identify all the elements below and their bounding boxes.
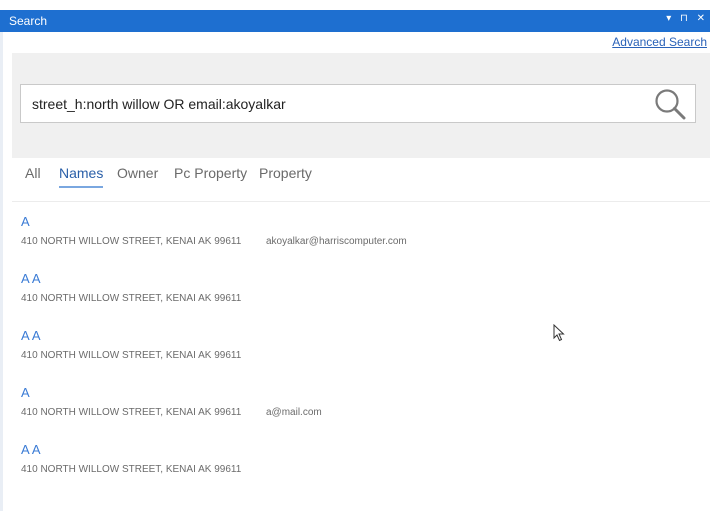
- result-name: A: [21, 214, 30, 229]
- tab-property[interactable]: Property: [259, 165, 312, 181]
- result-item[interactable]: A 410 NORTH WILLOW STREET, KENAI AK 9961…: [21, 384, 322, 420]
- result-item[interactable]: A A 410 NORTH WILLOW STREET, KENAI AK 99…: [21, 270, 241, 306]
- search-box: [20, 84, 696, 123]
- result-address-line: 410 NORTH WILLOW STREET, KENAI AK 99611: [21, 463, 241, 477]
- result-address: 410 NORTH WILLOW STREET, KENAI AK 99611: [21, 236, 242, 247]
- result-address: 410 NORTH WILLOW STREET, KENAI AK 99611: [21, 464, 242, 475]
- result-item[interactable]: A A 410 NORTH WILLOW STREET, KENAI AK 99…: [21, 441, 241, 477]
- search-icon[interactable]: [653, 88, 687, 120]
- result-address-line: 410 NORTH WILLOW STREET, KENAI AK 99611 …: [21, 235, 407, 249]
- window-controls[interactable]: ▾ ⊓ ✕: [666, 13, 708, 24]
- tab-names[interactable]: Names: [59, 165, 104, 188]
- result-item[interactable]: A A 410 NORTH WILLOW STREET, KENAI AK 99…: [21, 327, 241, 363]
- result-address-line: 410 NORTH WILLOW STREET, KENAI AK 99611: [21, 292, 241, 306]
- tabs-divider: [12, 201, 710, 202]
- window-titlebar: Search ▾ ⊓ ✕: [0, 10, 710, 32]
- mouse-cursor-icon: [553, 323, 565, 347]
- result-name: A: [21, 385, 30, 400]
- result-address-line: 410 NORTH WILLOW STREET, KENAI AK 99611 …: [21, 406, 322, 420]
- result-address: 410 NORTH WILLOW STREET, KENAI AK 99611: [21, 407, 242, 418]
- advanced-search-link[interactable]: Advanced Search: [612, 35, 707, 49]
- tab-owner[interactable]: Owner: [117, 165, 158, 181]
- result-name: A A: [21, 328, 41, 343]
- result-email: akoyalkar@harriscomputer.com: [266, 236, 407, 247]
- result-item[interactable]: A 410 NORTH WILLOW STREET, KENAI AK 9961…: [21, 213, 407, 249]
- tab-all[interactable]: All: [25, 165, 41, 181]
- tab-pc-property[interactable]: Pc Property: [174, 165, 247, 181]
- result-address: 410 NORTH WILLOW STREET, KENAI AK 99611: [21, 350, 242, 361]
- left-edge-border: [0, 32, 3, 511]
- window-title: Search: [9, 14, 48, 28]
- result-name: A A: [21, 271, 41, 286]
- result-address-line: 410 NORTH WILLOW STREET, KENAI AK 99611: [21, 349, 241, 363]
- result-address: 410 NORTH WILLOW STREET, KENAI AK 99611: [21, 293, 242, 304]
- search-input[interactable]: [32, 85, 642, 122]
- search-panel: [12, 53, 710, 158]
- result-tabs: All Names Owner Pc Property Property: [0, 165, 710, 195]
- result-name: A A: [21, 442, 41, 457]
- result-email: a@mail.com: [266, 407, 322, 418]
